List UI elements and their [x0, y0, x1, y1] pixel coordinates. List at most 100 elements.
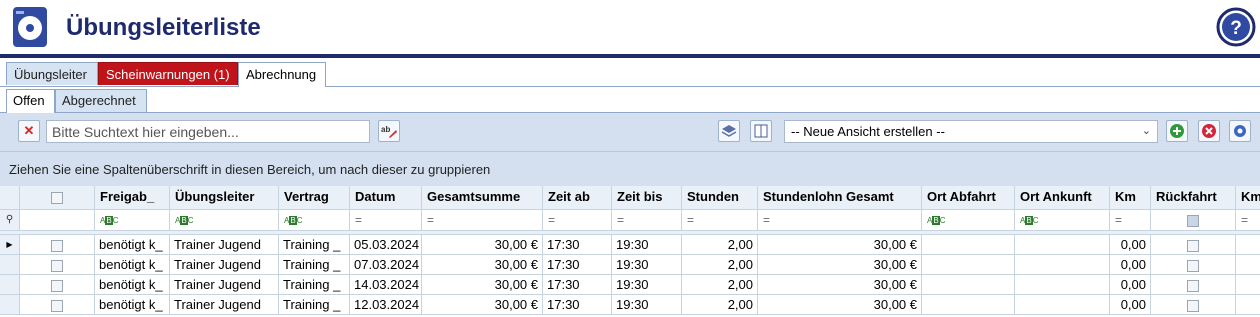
table-cell[interactable]: 07.03.2024	[350, 255, 422, 275]
table-cell[interactable]: Training _	[279, 235, 350, 255]
table-cell[interactable]	[922, 295, 1015, 315]
table-cell[interactable]: 2,00	[682, 255, 758, 275]
checkbox-cell[interactable]	[20, 255, 95, 275]
table-cell[interactable]: 17:30	[543, 235, 612, 255]
table-cell[interactable]: 0,00	[1110, 275, 1151, 295]
table-cell[interactable]: 30,00 €	[758, 235, 922, 255]
tab-uebungsleiter[interactable]: Übungsleiter	[6, 62, 98, 85]
checkbox-cell[interactable]	[20, 235, 95, 255]
table-cell[interactable]	[1015, 275, 1110, 295]
checkbox-filter-icon[interactable]	[1187, 214, 1199, 227]
table-cell[interactable]: Training _	[279, 275, 350, 295]
column-header[interactable]: Übungsleiter	[170, 186, 279, 210]
filter-cell[interactable]: =	[543, 210, 612, 231]
table-cell[interactable]: 19:30	[612, 255, 682, 275]
row-checkbox[interactable]	[1187, 259, 1199, 272]
column-header[interactable]: Zeit ab	[543, 186, 612, 210]
spellcheck-button[interactable]: ab	[378, 120, 400, 142]
filter-cell[interactable]: =	[350, 210, 422, 231]
column-header[interactable]: Freigab_	[95, 186, 170, 210]
filter-cell[interactable]: =	[682, 210, 758, 231]
column-header[interactable]: Km	[1236, 186, 1260, 210]
filter-cell[interactable]: =	[1110, 210, 1151, 231]
table-cell[interactable]	[1015, 255, 1110, 275]
column-header[interactable]: Km	[1110, 186, 1151, 210]
select-all-header[interactable]	[20, 186, 95, 210]
row-checkbox[interactable]	[51, 259, 63, 272]
column-header[interactable]: Ort Abfahrt	[922, 186, 1015, 210]
filter-cell[interactable]: ABC	[170, 210, 279, 231]
table-cell[interactable]: 19:30	[612, 295, 682, 315]
row-checkbox[interactable]	[51, 279, 63, 292]
table-cell[interactable]: 30,00 €	[422, 295, 543, 315]
table-cell[interactable]: 2,00	[682, 235, 758, 255]
table-cell[interactable]: 05.03.2024	[350, 235, 422, 255]
table-cell[interactable]: 14.03.2024	[350, 275, 422, 295]
tab-abgerechnet[interactable]: Abgerechnet	[55, 89, 147, 112]
table-cell[interactable]: 30,00 €	[422, 255, 543, 275]
tab-scheinwarnungen[interactable]: Scheinwarnungen (1)	[98, 62, 238, 85]
row-checkbox[interactable]	[1187, 279, 1199, 292]
group-panel[interactable]: Ziehen Sie eine Spaltenüberschrift in di…	[0, 152, 1260, 186]
table-cell[interactable]: benötigt k_	[95, 235, 170, 255]
select-all-checkbox[interactable]	[51, 191, 63, 204]
table-cell[interactable]: 30,00 €	[422, 275, 543, 295]
checkbox-cell[interactable]	[1151, 275, 1236, 295]
table-cell[interactable]	[1236, 235, 1260, 255]
checkbox-cell[interactable]	[20, 275, 95, 295]
table-cell[interactable]: Trainer Jugend	[170, 235, 279, 255]
column-header[interactable]: Vertrag	[279, 186, 350, 210]
table-cell[interactable]: 30,00 €	[758, 255, 922, 275]
table-cell[interactable]: 0,00	[1110, 295, 1151, 315]
table-cell[interactable]: 0,00	[1110, 255, 1151, 275]
column-header[interactable]: Ort Ankunft	[1015, 186, 1110, 210]
table-cell[interactable]: benötigt k_	[95, 255, 170, 275]
row-indicator[interactable]	[0, 295, 20, 315]
table-cell[interactable]	[922, 275, 1015, 295]
column-header[interactable]: Zeit bis	[612, 186, 682, 210]
table-cell[interactable]: Trainer Jugend	[170, 275, 279, 295]
filter-cell[interactable]: =	[612, 210, 682, 231]
table-cell[interactable]	[922, 255, 1015, 275]
table-row[interactable]: benötigt k_ Trainer Jugend Training _ 12.03…	[0, 295, 1260, 315]
table-cell[interactable]: 30,00 €	[758, 275, 922, 295]
table-cell[interactable]: 30,00 €	[422, 235, 543, 255]
checkbox-cell[interactable]	[1151, 295, 1236, 315]
search-input[interactable]	[46, 120, 370, 143]
table-cell[interactable]	[1015, 295, 1110, 315]
filter-cell[interactable]: ABC	[279, 210, 350, 231]
table-cell[interactable]: 19:30	[612, 275, 682, 295]
checkbox-cell[interactable]	[20, 295, 95, 315]
column-header[interactable]: Stundenlohn Gesamt	[758, 186, 922, 210]
row-checkbox[interactable]	[1187, 299, 1199, 312]
table-cell[interactable]: Trainer Jugend	[170, 255, 279, 275]
checkbox-cell[interactable]	[1151, 255, 1236, 275]
table-cell[interactable]	[1236, 255, 1260, 275]
table-cell[interactable]: 30,00 €	[758, 295, 922, 315]
table-cell[interactable]: Training _	[279, 255, 350, 275]
view-select[interactable]: -- Neue Ansicht erstellen -- ⌄	[784, 120, 1158, 143]
row-checkbox[interactable]	[1187, 239, 1199, 252]
filter-cell[interactable]: =	[1236, 210, 1260, 231]
row-checkbox[interactable]	[51, 299, 63, 312]
view-settings-button[interactable]	[1229, 120, 1251, 142]
filter-cell[interactable]: ABC	[1015, 210, 1110, 231]
table-cell[interactable]: 12.03.2024	[350, 295, 422, 315]
row-checkbox[interactable]	[51, 239, 63, 252]
filter-cell[interactable]: ABC	[95, 210, 170, 231]
table-cell[interactable]: 17:30	[543, 255, 612, 275]
clear-search-button[interactable]: ✕	[18, 120, 40, 142]
column-header[interactable]: Rückfahrt	[1151, 186, 1236, 210]
table-cell[interactable]: 2,00	[682, 295, 758, 315]
tab-offen[interactable]: Offen	[6, 89, 55, 113]
table-cell[interactable]	[1015, 235, 1110, 255]
table-row[interactable]: benötigt k_ Trainer Jugend Training _ 14.03…	[0, 275, 1260, 295]
table-cell[interactable]: 19:30	[612, 235, 682, 255]
tab-abrechnung[interactable]: Abrechnung	[238, 62, 326, 87]
table-cell[interactable]: Training _	[279, 295, 350, 315]
table-cell[interactable]: benötigt k_	[95, 295, 170, 315]
table-cell[interactable]	[922, 235, 1015, 255]
filter-cell[interactable]	[1151, 210, 1236, 231]
book-button[interactable]	[750, 120, 772, 142]
filter-cell[interactable]: =	[422, 210, 543, 231]
